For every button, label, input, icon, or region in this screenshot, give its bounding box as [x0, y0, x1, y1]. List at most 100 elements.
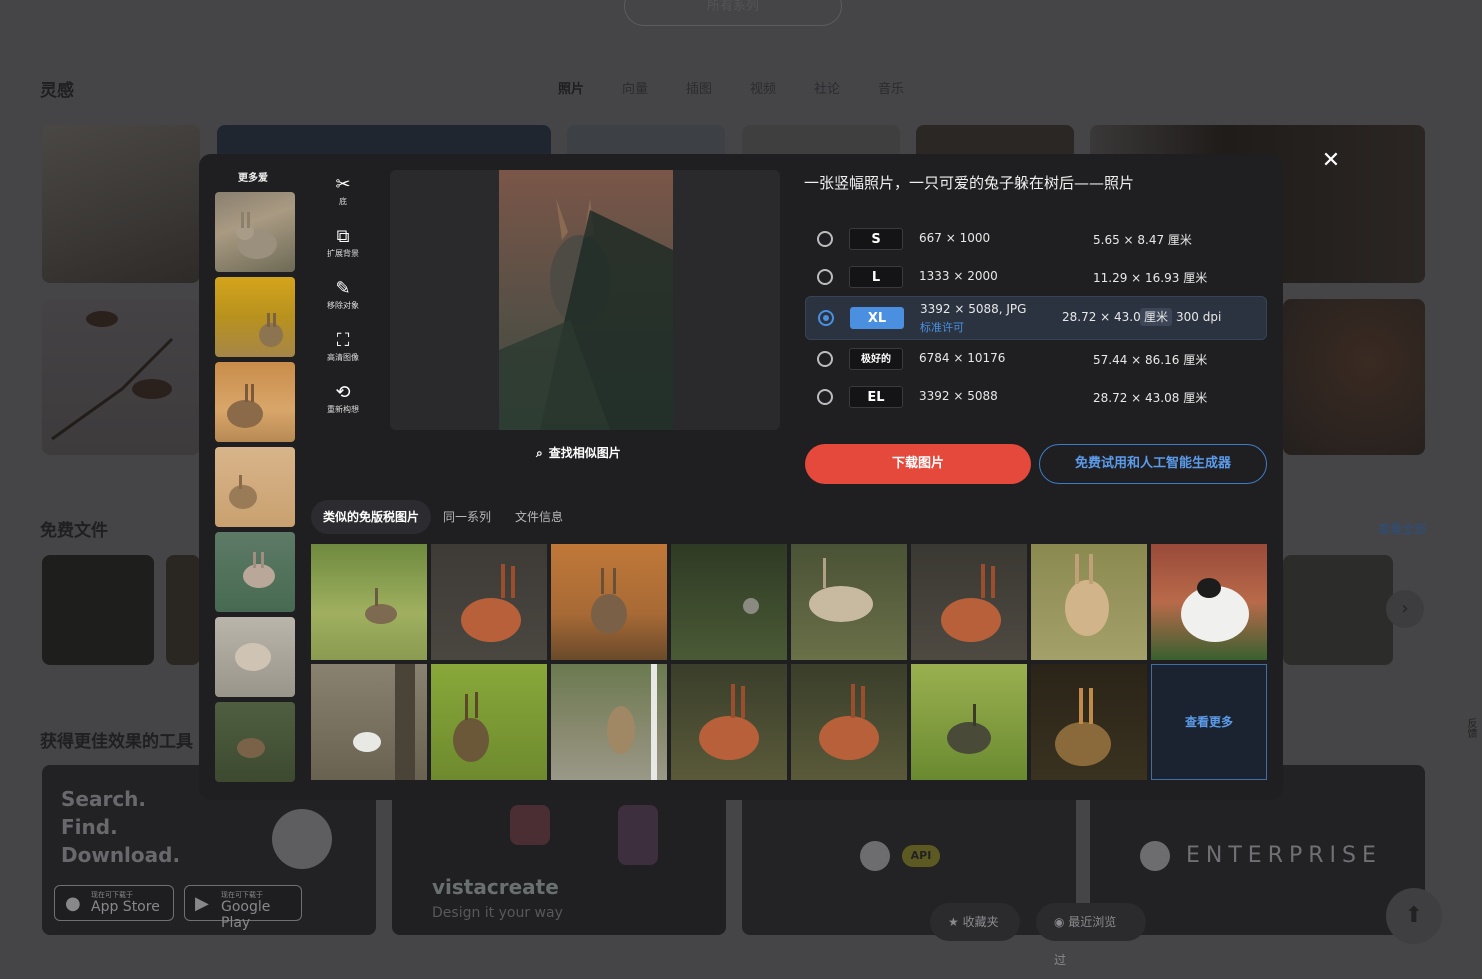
similar-image[interactable]	[311, 664, 427, 780]
similar-image[interactable]	[551, 544, 667, 660]
tab-similar-royalty-free[interactable]: 类似的免版税图片	[311, 500, 432, 534]
pixel-dimensions: 667 × 1000	[919, 231, 991, 245]
tab-videos[interactable]: 视频	[750, 78, 814, 97]
similar-image[interactable]	[431, 664, 547, 780]
free-files-title: 免费文件	[40, 521, 108, 541]
inspiration-tile[interactable]	[42, 125, 200, 283]
inspiration-tile[interactable]	[1283, 299, 1425, 455]
similar-image[interactable]	[431, 544, 547, 660]
main-image-preview[interactable]	[390, 170, 780, 430]
all-series-button[interactable]: 所有系列	[624, 0, 842, 26]
similar-image[interactable]	[1151, 544, 1267, 660]
thumbnail[interactable]	[215, 192, 295, 272]
ai-tools-panel: ✂ 底 ⧉ 扩展背景 ✎ 移除对象 ⛶ 高清图像 ⟲ 重新构想	[319, 170, 367, 430]
upscale-icon: ⛶	[336, 330, 350, 351]
chevron-right-icon[interactable]: ›	[1386, 590, 1424, 628]
inspiration-title: 灵感	[40, 81, 74, 101]
unit-toggle[interactable]: 厘米	[1140, 308, 1173, 326]
tab-illustrations[interactable]: 插图	[686, 78, 750, 97]
thumbnail[interactable]	[215, 702, 295, 782]
tab-vectors[interactable]: 向量	[622, 78, 686, 97]
radio-button[interactable]	[817, 231, 833, 247]
size-option-el[interactable]: EL 3392 × 5088 28.72 × 43.08 厘米	[805, 378, 1267, 416]
app-card	[510, 805, 550, 845]
similar-image[interactable]	[791, 664, 907, 780]
size-option-super[interactable]: 极好的 6784 × 10176 57.44 × 86.16 厘米	[805, 340, 1267, 378]
enterprise-logo	[1140, 841, 1170, 871]
reimagine-tool[interactable]: ⟲ 重新构想	[319, 378, 367, 430]
tool-label: 移除对象	[327, 301, 359, 310]
thumbnail[interactable]	[215, 532, 295, 612]
free-file-tile[interactable]	[42, 555, 154, 665]
ai-generator-button[interactable]: 免费试用和人工智能生成器	[1039, 444, 1267, 484]
tab-photos[interactable]: 照片	[558, 78, 622, 97]
pixel-dimensions: 3392 × 5088	[919, 389, 998, 403]
radio-button[interactable]	[817, 389, 833, 405]
recently-viewed-button[interactable]: ◉ 最近浏览过	[1036, 903, 1146, 967]
download-button[interactable]: 下载图片	[805, 444, 1031, 484]
similar-image[interactable]	[1031, 544, 1147, 660]
close-icon[interactable]: ✕	[1318, 148, 1344, 174]
tools-title: 获得更佳效果的工具	[40, 732, 193, 752]
promo-line-download: Download.	[61, 843, 181, 867]
similar-image[interactable]	[791, 544, 907, 660]
similar-image[interactable]	[551, 664, 667, 780]
thumbnail[interactable]	[215, 447, 295, 527]
free-file-tile[interactable]	[166, 555, 200, 665]
google-play-button[interactable]: ▶ 现在可下载于 Google Play	[184, 885, 302, 931]
thumbnail[interactable]	[215, 362, 295, 442]
radio-button[interactable]	[817, 269, 833, 285]
tab-music[interactable]: 音乐	[878, 78, 942, 97]
see-all-link[interactable]: 查看全部	[1378, 520, 1426, 537]
tab-same-series[interactable]: 同一系列	[431, 500, 503, 534]
remove-object-tool[interactable]: ✎ 移除对象	[319, 274, 367, 326]
scroll-top-icon[interactable]: ⬆	[1386, 888, 1442, 944]
favorites-button[interactable]: ★ 收藏夹	[930, 903, 1020, 941]
size-badge: 极好的	[849, 348, 903, 370]
app-store-button[interactable]: ● 现在可下载于 App Store	[54, 885, 174, 921]
upscale-tool[interactable]: ⛶ 高清图像	[319, 326, 367, 378]
more-like-label: 更多爱	[238, 173, 268, 184]
tool-label: 高清图像	[327, 353, 359, 362]
size-badge: S	[849, 228, 903, 250]
play-icon: ▶	[195, 893, 209, 914]
radio-button[interactable]	[817, 351, 833, 367]
print-dimensions: 57.44 × 86.16 厘米	[1093, 353, 1208, 367]
app-card	[618, 805, 658, 865]
radio-button-selected[interactable]	[818, 310, 834, 326]
remove-background-tool[interactable]: ✂ 底	[319, 170, 367, 222]
size-options: S 667 × 1000 5.65 × 8.47 厘米 L 1333 × 200…	[805, 220, 1267, 416]
favorites-label: 收藏夹	[962, 915, 999, 929]
thumbnail[interactable]	[215, 277, 295, 357]
image-title: 一张竖幅照片，一只可爱的兔子躲在树后——照片	[804, 174, 1135, 192]
rabbit-photo	[499, 170, 673, 430]
phone-graphic	[272, 809, 332, 869]
similar-image[interactable]	[311, 544, 427, 660]
expand-background-tool[interactable]: ⧉ 扩展背景	[319, 222, 367, 274]
feedback-tab[interactable]: 反馈	[1458, 718, 1478, 738]
find-similar-button[interactable]: ⌕ 查找相似图片	[536, 444, 621, 461]
tab-editorial[interactable]: 社论	[814, 78, 878, 97]
see-more-button[interactable]: 查看更多	[1151, 664, 1267, 780]
similar-image[interactable]	[671, 664, 787, 780]
size-option-l[interactable]: L 1333 × 2000 11.29 × 16.93 厘米	[805, 258, 1267, 296]
pixel-dimensions: 1333 × 2000	[919, 269, 998, 283]
similar-image[interactable]	[1031, 664, 1147, 780]
thumbnail[interactable]	[215, 617, 295, 697]
api-label: API	[902, 845, 940, 867]
print-dimensions: 28.72 × 43.08	[1062, 310, 1149, 324]
free-file-tile[interactable]	[1283, 555, 1393, 665]
pixel-dimensions: 3392 × 5088, JPG	[920, 302, 1027, 316]
tool-label: 底	[339, 197, 347, 206]
remove-object-icon: ✎	[335, 278, 351, 299]
similar-image[interactable]	[911, 664, 1027, 780]
similar-image[interactable]	[911, 544, 1027, 660]
size-option-xl[interactable]: XL 3392 × 5088, JPG 标准许可 28.72 × 43.08 厘…	[805, 296, 1267, 340]
similar-image[interactable]	[671, 544, 787, 660]
tab-file-info[interactable]: 文件信息	[503, 500, 575, 534]
promo-line-find: Find.	[61, 815, 118, 839]
inspiration-tile[interactable]	[42, 299, 200, 455]
license-link[interactable]: 标准许可	[920, 319, 964, 335]
google-play-label: Google Play	[221, 899, 271, 931]
size-option-s[interactable]: S 667 × 1000 5.65 × 8.47 厘米	[805, 220, 1267, 258]
